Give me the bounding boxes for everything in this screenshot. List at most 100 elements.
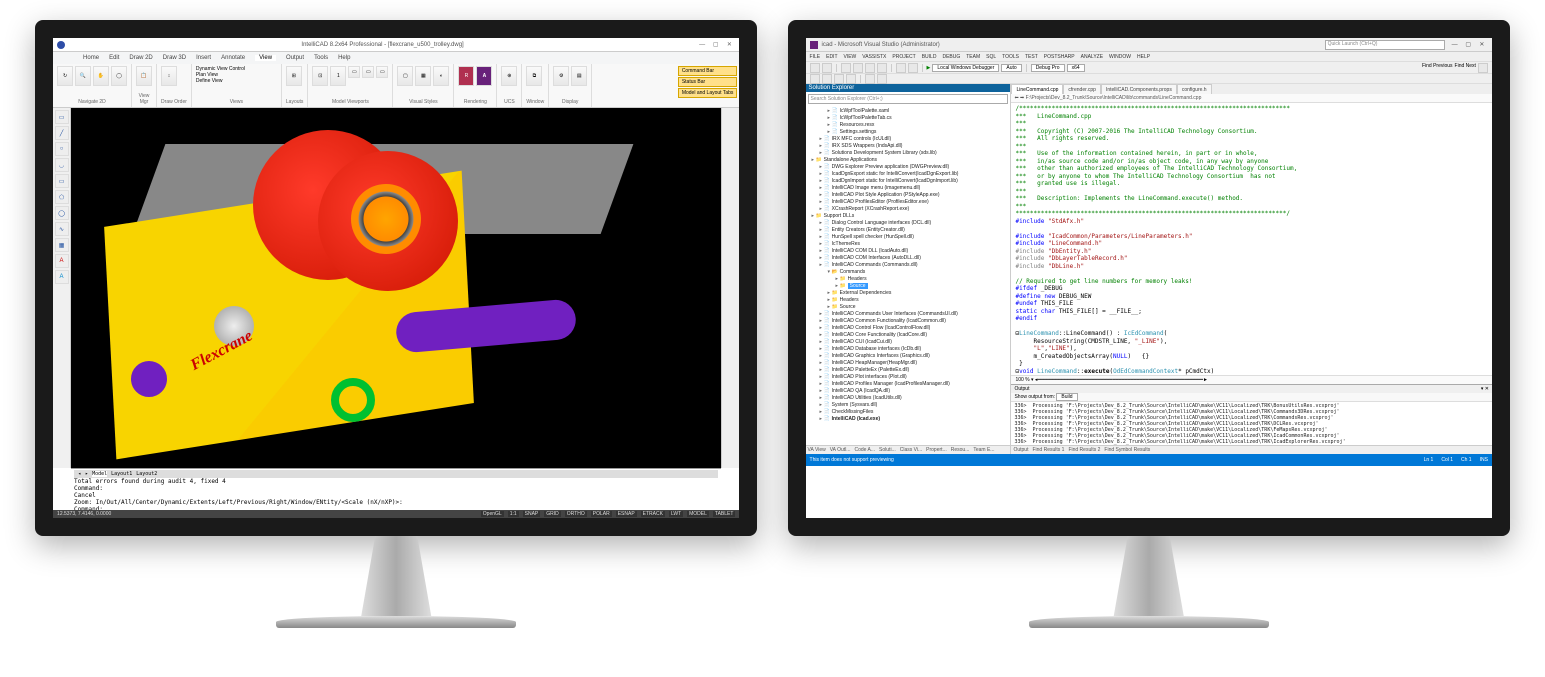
ribbon-tabs[interactable]: Home Edit Draw 2D Draw 3D Insert Annotat… (53, 52, 739, 64)
viewport-1-button[interactable]: 1 (330, 66, 346, 86)
tab-tools[interactable]: Tools (314, 55, 328, 61)
editor-zoom[interactable]: 100 % ▾ ◂━━━━━━━━━━━━━━━━━━━━━━━━━━━━━━━… (1011, 375, 1491, 384)
tree-item[interactable]: ▸ 📄IntelliCAD Control Flow (IcadControlF… (808, 325, 1009, 332)
status-lwt[interactable]: LWT (669, 511, 683, 517)
tree-item[interactable]: ▸ 📄IntelliCAD Utilities (IcadUtils.dll) (808, 395, 1009, 402)
tree-item[interactable]: ▸ 📄IcWpfToolPaletteTab.cs (808, 115, 1009, 122)
model-tabs-toggle[interactable]: Model and Layout Tabs (678, 88, 738, 98)
tab-draw2d[interactable]: Draw 2D (129, 55, 152, 61)
tree-item[interactable]: ▸ 📄IRX SDS Wrappers (IndsApi.dll) (808, 143, 1009, 150)
doctab-linecommand[interactable]: LineCommand.cpp (1011, 84, 1063, 94)
doctab-cfrender[interactable]: cfrender.cpp (1063, 84, 1101, 94)
tab-team-explorer[interactable]: Team E... (973, 447, 994, 453)
tool-rect[interactable]: ▭ (55, 174, 69, 188)
tree-item[interactable]: ▸ 📄IntelliCAD Commands User Interfaces (… (808, 311, 1009, 318)
tree-item[interactable]: ▸ 📄IcThemeRes (808, 241, 1009, 248)
command-bar-toggle[interactable]: Command Bar (678, 66, 738, 76)
ucs-button[interactable]: ⊕ (501, 66, 517, 86)
menu-file[interactable]: FILE (810, 54, 821, 60)
tab-view[interactable]: View (255, 55, 276, 61)
tab-annotate[interactable]: Annotate (221, 55, 245, 61)
tab-draw3d[interactable]: Draw 3D (163, 55, 186, 61)
undo-button[interactable] (896, 63, 906, 73)
tool-poly[interactable]: ⬠ (55, 190, 69, 204)
status-grid[interactable]: GRID (544, 511, 561, 517)
close-button[interactable]: ✕ (1476, 41, 1488, 48)
status-model[interactable]: MODEL (687, 511, 709, 517)
menu-vassistx[interactable]: VASSISTX (862, 54, 886, 60)
output-bottom-tabs[interactable]: Output Find Results 1 Find Results 2 Fin… (1011, 445, 1491, 454)
menu-build[interactable]: BUILD (922, 54, 937, 60)
tb2-button[interactable] (846, 74, 856, 84)
status-snap[interactable]: SNAP (523, 511, 541, 517)
tab-home[interactable]: Home (83, 55, 99, 61)
menu-postsharp[interactable]: POSTSHARP (1044, 54, 1075, 60)
tree-item[interactable]: ▸ 📄IntelliCAD Image menu (imagemenu.dll) (808, 185, 1009, 192)
realtime-zoom-button[interactable]: 🔍 (75, 66, 91, 86)
tb2-button[interactable] (810, 74, 820, 84)
front-button[interactable]: ▢ (397, 66, 413, 86)
viewport-4-button[interactable]: ▭ (376, 66, 388, 78)
menu-edit[interactable]: EDIT (826, 54, 837, 60)
status-ins[interactable]: INS (1480, 457, 1488, 463)
tab-resource[interactable]: Resou... (951, 447, 970, 453)
solution-tree[interactable]: ▸ 📄IcWpfToolPalette.xaml▸ 📄IcWpfToolPale… (806, 106, 1011, 445)
tool-line[interactable]: ╱ (55, 126, 69, 140)
output-from-dropdown[interactable]: Build (1056, 393, 1077, 401)
tree-item[interactable]: ▸ 📁Standalone Applications (808, 157, 1009, 164)
conceptual-button[interactable]: ◐ (433, 66, 449, 86)
close-button[interactable]: ✕ (723, 41, 735, 48)
tree-item[interactable]: ▸ 📄IcadDgnImport static for IntelliConve… (808, 178, 1009, 185)
minimize-button[interactable]: — (1449, 42, 1461, 48)
tree-item[interactable]: ▸ 📄IntelliCAD Plot interfaces (Plot.dll) (808, 374, 1009, 381)
tree-item[interactable]: ▸ 📁Source (808, 304, 1009, 311)
solution-search-input[interactable]: Search Solution Explorer (Ctrl+;) (808, 94, 1009, 104)
menu-analyze[interactable]: ANALYZE (1081, 54, 1103, 60)
command-window[interactable]: ◂▸ Model Layout1 Layout2 Total errors fo… (71, 468, 721, 510)
maximize-button[interactable]: ▢ (710, 41, 722, 48)
tree-item[interactable]: ▸ 📄IntelliCAD Core Functionality (IcadCo… (808, 332, 1009, 339)
toolbars-button[interactable]: ▤ (571, 66, 587, 86)
tree-item[interactable]: ▸ 📄Dialog Control Language interfaces (D… (808, 220, 1009, 227)
tab-help[interactable]: Help (338, 55, 350, 61)
tab-va-view[interactable]: VA View (808, 447, 826, 453)
tab-solution[interactable]: Soluti... (879, 447, 896, 453)
tab-find2[interactable]: Find Results 2 (1068, 447, 1100, 453)
pan-button[interactable]: ✋ (93, 66, 109, 86)
tree-item[interactable]: ▸ 📄System (Sysvars.dll) (808, 402, 1009, 409)
save-all-button[interactable] (877, 63, 887, 73)
status-etrack[interactable]: ETRACK (641, 511, 665, 517)
tab-class-view[interactable]: Class Vi... (900, 447, 922, 453)
tree-item[interactable]: ▸ 📄IcWpfToolPalette.xaml (808, 108, 1009, 115)
tool-ellipse[interactable]: ◯ (55, 206, 69, 220)
render-button[interactable]: R (458, 66, 474, 86)
tab-code-analysis[interactable]: Code A... (854, 447, 875, 453)
tree-item[interactable]: ▸ 📄IntelliCAD (Icad.exe) (808, 416, 1009, 423)
artisan-button[interactable]: A (476, 66, 492, 86)
tree-item[interactable]: ▸ 📄Settings.settings (808, 129, 1009, 136)
nav-fwd-button[interactable] (822, 63, 832, 73)
nav-back-button[interactable] (810, 63, 820, 73)
tree-item[interactable]: ▸ 📄IntelliCAD Plot Style Application (PS… (808, 192, 1009, 199)
tree-item[interactable]: ▸ 📄IntelliCAD CUI (IcadCui.dll) (808, 339, 1009, 346)
tree-item[interactable]: ▸ 📄IcadDgnExport static for IntelliConve… (808, 171, 1009, 178)
document-tabs[interactable]: LineCommand.cpp cfrender.cpp IntelliCAD.… (1011, 84, 1491, 94)
tree-item[interactable]: ▸ 📁Headers (808, 297, 1009, 304)
status-scale[interactable]: 1:1 (508, 511, 519, 517)
tree-item[interactable]: ▸ 📄HunSpell spell checker (HunSpell.dll) (808, 234, 1009, 241)
tab-output[interactable]: Output (286, 55, 304, 61)
define-view-item[interactable]: Define View (196, 78, 277, 84)
status-opengl[interactable]: OpenGL (481, 511, 504, 517)
view-manager-button[interactable]: 📋 (136, 66, 152, 86)
viewports-button[interactable]: ⊡ (312, 66, 328, 86)
tool-circle[interactable]: ○ (55, 142, 69, 156)
arch-dropdown[interactable]: x64 (1067, 64, 1085, 72)
menu-view[interactable]: VIEW (844, 54, 857, 60)
menu-debug[interactable]: DEBUG (942, 54, 960, 60)
tab-va-outline[interactable]: VA Outl... (830, 447, 851, 453)
window-buttons[interactable]: — ▢ ✕ (1449, 41, 1488, 48)
tree-item[interactable]: ▸ 📄IRX MFC controls (IcULdll) (808, 136, 1009, 143)
tab-output[interactable]: Output (1013, 447, 1028, 453)
redraw-button[interactable]: ↻ (57, 66, 73, 86)
save-button[interactable] (865, 63, 875, 73)
